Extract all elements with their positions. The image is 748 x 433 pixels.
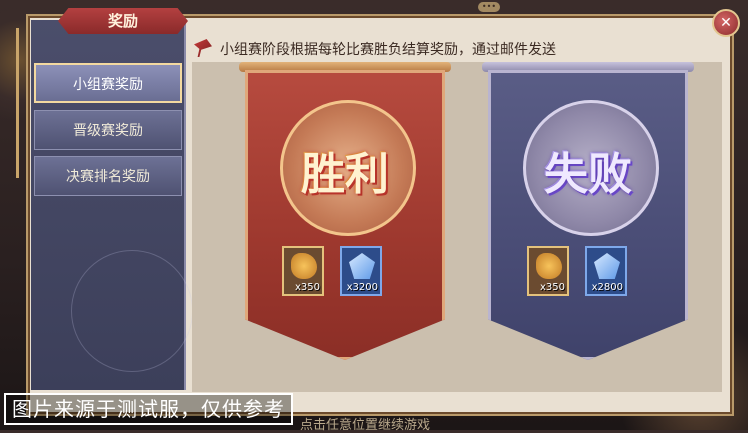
reward-qty: x3200 <box>346 282 378 293</box>
reward-qty: x350 <box>294 282 320 293</box>
reward-qty: x350 <box>539 282 565 293</box>
notice-bar: 小组赛阶段根据每轮比赛胜负结算奖励，通过邮件发送 <box>188 38 718 60</box>
reward-item-gold[interactable]: x350 <box>527 246 569 296</box>
continue-hint[interactable]: 点击任意位置继续游戏 <box>300 414 430 433</box>
reward-item-gold[interactable]: x350 <box>282 246 324 296</box>
sidebar-decoration <box>71 250 193 372</box>
top-dots-indicator: ••• <box>478 2 500 12</box>
lose-result-text: 失败 <box>544 149 632 200</box>
crystal-icon <box>349 253 375 279</box>
win-result-text: 胜利 <box>301 149 389 200</box>
window-title: 奖励 <box>58 8 188 34</box>
sidebar-item-group-stage-reward[interactable]: 小组赛奖励 <box>34 63 182 103</box>
sidebar-item-promotion-reward[interactable]: 晋级赛奖励 <box>34 110 182 150</box>
gold-coin-icon <box>536 253 562 279</box>
crystal-icon <box>594 253 620 279</box>
reward-item-crystal[interactable]: x2800 <box>585 246 627 296</box>
sidebar-item-final-ranking-reward[interactable]: 决赛排名奖励 <box>34 156 182 196</box>
axe-icon <box>194 39 212 57</box>
reward-qty: x2800 <box>591 282 623 293</box>
gold-coin-icon <box>291 253 317 279</box>
watermark: 图片来源于测试服，仅供参考 <box>4 393 293 425</box>
close-icon[interactable]: ✕ <box>712 9 740 37</box>
notice-text: 小组赛阶段根据每轮比赛胜负结算奖励，通过邮件发送 <box>220 42 556 58</box>
reward-item-crystal[interactable]: x3200 <box>340 246 382 296</box>
